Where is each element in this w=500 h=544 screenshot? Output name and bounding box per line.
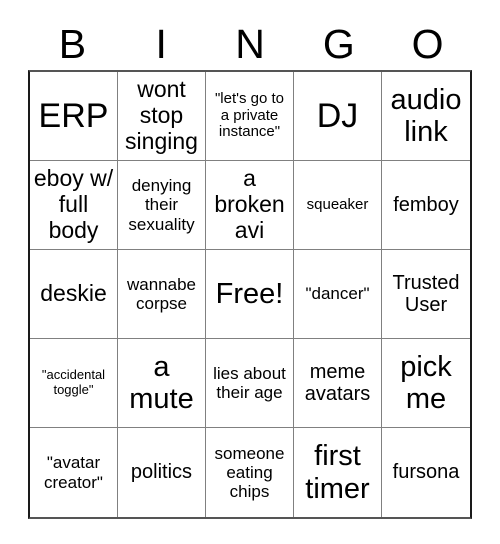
bingo-header-letter-b: B (58, 20, 87, 67)
bingo-cell[interactable]: wannabe corpse (118, 250, 206, 339)
bingo-header-letter-i: I (155, 20, 167, 67)
bingo-cell[interactable]: someone eating chips (206, 428, 294, 517)
bingo-cell[interactable]: pick me (382, 339, 470, 428)
bingo-header-letter-n: N (235, 20, 265, 67)
bingo-cell-label: someone eating chips (214, 443, 285, 502)
bingo-cell-label: "avatar creator" (44, 453, 103, 492)
bingo-cell-label: squeaker (306, 195, 369, 213)
bingo-cell[interactable]: femboy (382, 161, 470, 250)
bingo-cell-label: DJ (316, 96, 359, 135)
bingo-cell[interactable]: politics (118, 428, 206, 517)
bingo-cell[interactable]: a mute (118, 339, 206, 428)
bingo-cell-label: lies about their age (213, 363, 286, 402)
bingo-cell-label: ERP (38, 96, 109, 135)
bingo-cell-label: "accidental toggle" (41, 367, 106, 397)
bingo-cell[interactable]: "dancer" (294, 250, 382, 339)
bingo-cell[interactable]: DJ (294, 72, 382, 161)
bingo-cell-label: Trusted User (392, 271, 460, 316)
bingo-cell-label: fursona (392, 461, 460, 484)
bingo-cell-label: wannabe corpse (126, 274, 196, 313)
bingo-cell-label: denying their sexuality (128, 176, 195, 234)
bingo-grid: ERP wont stop singing "let's go to a priva… (28, 70, 472, 519)
bingo-cell[interactable]: "let's go to a private instance" (206, 72, 294, 161)
bingo-cell[interactable]: eboy w/ full body (30, 161, 118, 250)
bingo-cell-label: "let's go to a private instance" (214, 89, 285, 141)
bingo-cell[interactable]: "accidental toggle" (30, 339, 118, 428)
bingo-cell-label: politics (130, 461, 193, 484)
bingo-cell-label: femboy (393, 193, 459, 216)
bingo-header-letter-g: G (322, 20, 355, 67)
bingo-cell-label: pick me (400, 350, 452, 415)
bingo-cell[interactable]: "avatar creator" (30, 428, 118, 517)
bingo-cell-label: wont stop singing (125, 76, 198, 154)
bingo-cell-label: a broken avi (214, 165, 285, 243)
bingo-cell[interactable]: Free! (206, 250, 294, 339)
bingo-cell-label: deskie (40, 280, 107, 307)
bingo-card: B I N G O ERP wont stop singing "let's go to a… (28, 18, 472, 519)
bingo-cell-label: audio link (390, 83, 462, 148)
bingo-cell[interactable]: wont stop singing (118, 72, 206, 161)
bingo-cell-label: first timer (305, 440, 370, 505)
bingo-cell-label: "dancer" (305, 284, 370, 304)
bingo-cell[interactable]: fursona (382, 428, 470, 517)
bingo-cell-label: a mute (129, 350, 194, 415)
bingo-header-letter-o: O (411, 20, 444, 67)
bingo-cell[interactable]: meme avatars (294, 339, 382, 428)
bingo-cell-label: Free! (215, 277, 284, 310)
bingo-cell[interactable]: squeaker (294, 161, 382, 250)
bingo-cell[interactable]: denying their sexuality (118, 161, 206, 250)
bingo-cell[interactable]: audio link (382, 72, 470, 161)
bingo-cell[interactable]: a broken avi (206, 161, 294, 250)
bingo-cell-label: eboy w/ full body (33, 165, 114, 243)
bingo-header: BINGO (28, 18, 472, 70)
bingo-cell[interactable]: Trusted User (382, 250, 470, 339)
bingo-cell[interactable]: deskie (30, 250, 118, 339)
bingo-cell[interactable]: lies about their age (206, 339, 294, 428)
bingo-cell-label: meme avatars (304, 360, 371, 405)
bingo-cell[interactable]: first timer (294, 428, 382, 517)
bingo-cell[interactable]: ERP (30, 72, 118, 161)
